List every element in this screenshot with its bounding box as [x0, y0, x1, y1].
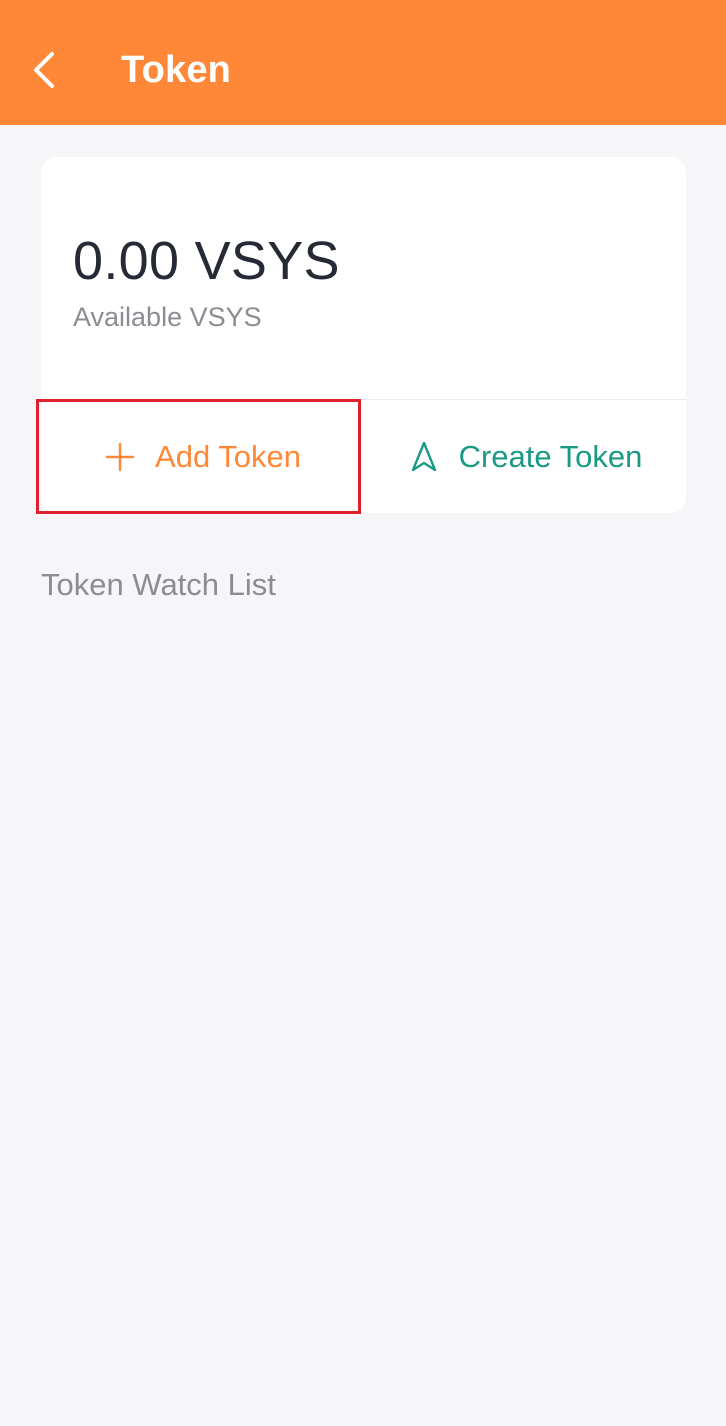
back-button[interactable] — [30, 38, 86, 102]
app-bar: Token — [0, 0, 726, 125]
create-token-label: Create Token — [458, 438, 643, 474]
highlight-box — [36, 399, 361, 514]
token-watch-list-title: Token Watch List — [41, 567, 276, 602]
navigation-arrow-icon — [407, 440, 441, 474]
balance-amount: 0.00 VSYS — [73, 231, 340, 291]
balance-label: Available VSYS — [73, 302, 262, 332]
page-title: Token — [121, 49, 232, 91]
create-token-button[interactable]: Create Token — [363, 400, 686, 513]
chevron-left-icon — [34, 52, 54, 88]
